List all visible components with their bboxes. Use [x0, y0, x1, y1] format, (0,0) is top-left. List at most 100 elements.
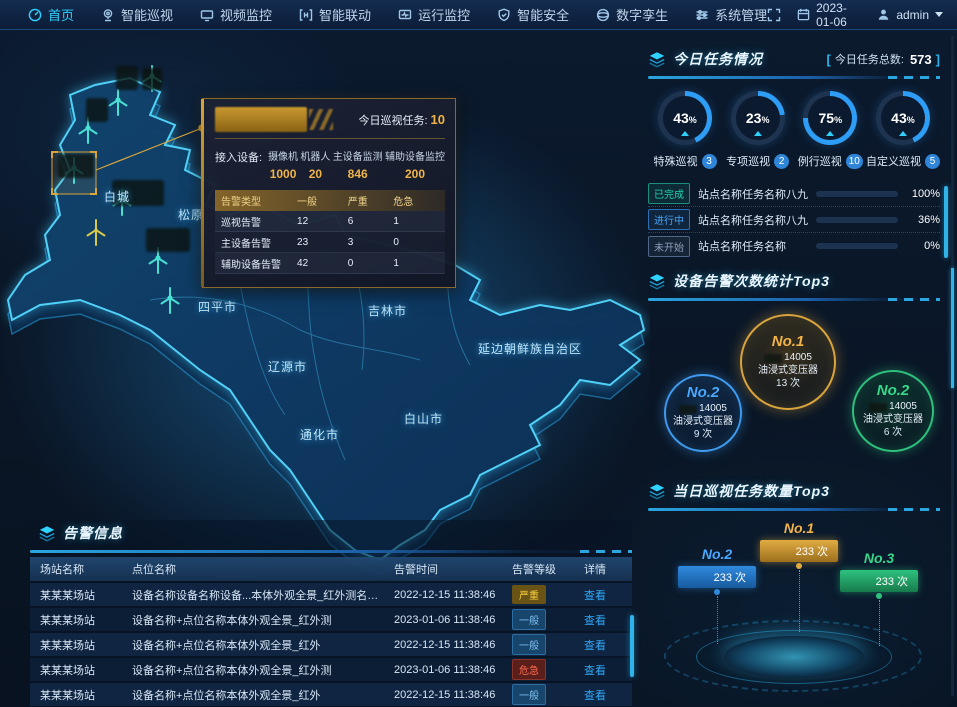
gauge-routine: 75% 例行巡视10	[795, 91, 865, 169]
rank3-circle: No.2 14005 油浸式变压器 6 次	[852, 370, 934, 452]
gauge-row: 43% 特殊巡视3 23% 专项巡视2 75% 例行巡视10 43% 自定义巡视…	[648, 91, 940, 169]
calendar-icon	[797, 8, 810, 21]
alarm-table: 场站名称 点位名称 告警时间 告警等级 详情 某某某场站 设备名称设备名称设备.…	[30, 557, 632, 706]
fullscreen-icon[interactable]	[767, 8, 781, 22]
panel-patrol-top3: 当日巡视任务数量Top3 No.1 233 次 No.2 233 次 No.3 …	[648, 478, 940, 707]
censored-prefix	[869, 403, 887, 412]
pointer-icon	[899, 131, 907, 136]
table-row[interactable]: 某某某场站 设备名称+点位名称本体外观全景_红外 2022-12-15 11:3…	[30, 633, 632, 656]
city-label: 四平市	[198, 298, 237, 315]
station-tooltip: 今日巡视任务:10 接入设备: 摄像机1000 机器人20 主设备监测846 辅…	[202, 98, 456, 288]
view-detail-link[interactable]: 查看	[584, 640, 606, 652]
progress-scrollbar[interactable]	[944, 186, 948, 258]
table-scrollbar[interactable]	[630, 615, 634, 677]
gauge-project: 23% 专项巡视2	[723, 91, 793, 169]
webcam-icon	[101, 8, 115, 22]
connected-devices: 接入设备: 摄像机1000 机器人20 主设备监测846 辅助设备监控200	[215, 148, 445, 181]
city-label: 白山市	[404, 410, 443, 427]
progress-row[interactable]: 未开始 站点名称任务名称 0%	[648, 233, 940, 259]
progress-row[interactable]: 已完成 站点名称任务名称八九九十十五... 100%	[648, 181, 940, 207]
view-detail-link[interactable]: 查看	[584, 690, 606, 702]
podium-rank3-bar: 233 次	[840, 570, 918, 592]
alarm-table-header: 场站名称 点位名称 告警时间 告警等级 详情	[30, 557, 632, 581]
rank1-circle: No.1 14005 油浸式变压器 13 次	[740, 314, 836, 410]
panel-title: 当日巡视任务数量Top3	[673, 481, 830, 501]
podium-rank3-label: No.3	[840, 550, 918, 566]
nav-label: 智能联动	[319, 5, 371, 24]
podium-rank2-bar: 233 次	[678, 566, 756, 588]
user-name: admin	[896, 8, 929, 22]
device-stat: 机器人20	[300, 148, 330, 181]
tooltip-alarm-table: 告警类型一般严重危急 巡视告警1261 主设备告警2330 辅助设备告警4201	[215, 190, 445, 274]
progress-bar	[816, 243, 898, 249]
page-scroll-thumb[interactable]	[951, 268, 954, 388]
nav-item-smart-patrol[interactable]: 智能巡视	[101, 5, 173, 24]
table-row[interactable]: 某某某场站 设备名称+点位名称本体外观全景_红外测 2023-01-06 11:…	[30, 658, 632, 681]
level-badge: 一般	[512, 609, 546, 630]
today-patrol-tasks: 今日巡视任务:10	[358, 112, 445, 128]
view-detail-link[interactable]: 查看	[584, 615, 606, 627]
view-detail-link[interactable]: 查看	[584, 590, 606, 602]
holo-platform	[662, 606, 926, 698]
podium-rank1-bar: 233 次	[760, 540, 838, 562]
layers-icon	[648, 51, 666, 68]
censored-label	[142, 68, 162, 90]
podium-rank2-label: No.2	[678, 546, 756, 562]
censored-prefix	[764, 354, 782, 363]
status-badge: 进行中	[648, 209, 690, 230]
nav-item-smart-linkage[interactable]: 智能联动	[299, 5, 371, 24]
nav-item-run-monitor[interactable]: 运行监控	[398, 5, 470, 24]
nav-item-system-manage[interactable]: 系统管理	[695, 5, 767, 24]
user-menu[interactable]: admin	[877, 8, 943, 22]
nav-label: 智能安全	[517, 5, 569, 24]
date-value: 2023-01-06	[816, 1, 861, 29]
level-badge: 一般	[512, 634, 546, 655]
dashboard-root: 首页 智能巡视 视频监控 智能联动 运行监控 智能安全	[0, 0, 957, 707]
podium-rank1-label: No.1	[760, 520, 838, 536]
progress-percent: 0%	[906, 240, 940, 252]
task-name: 站点名称任务名称八九九十十五...	[698, 186, 808, 202]
top-nav: 首页 智能巡视 视频监控 智能联动 运行监控 智能安全	[0, 0, 957, 30]
progress-row[interactable]: 进行中 站点名称任务名称八九九十十五... 36%	[648, 207, 940, 233]
nav-label: 首页	[48, 5, 74, 24]
digital-twin-icon	[596, 8, 610, 22]
pulse-screen-icon	[398, 8, 412, 22]
station-logo-censored	[215, 107, 307, 132]
device-stat: 辅助设备监控200	[385, 148, 445, 181]
date-picker[interactable]: 2023-01-06	[797, 1, 861, 29]
shield-icon	[497, 8, 511, 22]
level-badge: 严重	[512, 585, 546, 604]
nav-item-video-monitor[interactable]: 视频监控	[200, 5, 272, 24]
count-badge: 3	[702, 154, 717, 169]
table-row[interactable]: 某某某场站 设备名称+点位名称本体外观全景_红外测 2023-01-06 11:…	[30, 608, 632, 631]
gauge-special: 43% 特殊巡视3	[650, 91, 720, 169]
stem-dot	[796, 563, 802, 569]
tooltip-table-row: 辅助设备告警4201	[215, 253, 445, 274]
stem-dot	[876, 593, 882, 599]
panel-title: 告警信息	[63, 523, 123, 543]
nav-label: 视频监控	[220, 5, 272, 24]
panel-title: 今日任务情况	[673, 49, 763, 69]
panel-title: 设备告警次数统计Top3	[673, 271, 830, 291]
nav-label: 系统管理	[715, 5, 767, 24]
monitor-icon	[200, 8, 214, 22]
nav-label: 数字孪生	[616, 5, 668, 24]
total-tasks: [ 今日任务总数:573 ]	[827, 51, 940, 67]
nav-item-digital-twin[interactable]: 数字孪生	[596, 5, 668, 24]
view-detail-link[interactable]: 查看	[584, 665, 606, 677]
device-stat: 摄像机1000	[268, 148, 298, 181]
table-row[interactable]: 某某某场站 设备名称设备名称设备...本体外观全景_红外测名称... 2022-…	[30, 583, 632, 606]
layers-icon	[648, 273, 666, 290]
user-icon	[877, 8, 890, 21]
sliders-icon	[695, 8, 709, 22]
tooltip-header: 今日巡视任务:10	[215, 107, 445, 139]
nav-label: 运行监控	[418, 5, 470, 24]
table-row[interactable]: 某某某场站 设备名称+点位名称本体外观全景_红外 2022-12-15 11:3…	[30, 683, 632, 706]
progress-bar	[816, 191, 898, 197]
nav-item-smart-security[interactable]: 智能安全	[497, 5, 569, 24]
nav-label: 智能巡视	[121, 5, 173, 24]
nav-item-home[interactable]: 首页	[28, 5, 74, 24]
censored-label	[116, 66, 138, 90]
progress-bar	[816, 217, 898, 223]
stem-dot	[714, 589, 720, 595]
